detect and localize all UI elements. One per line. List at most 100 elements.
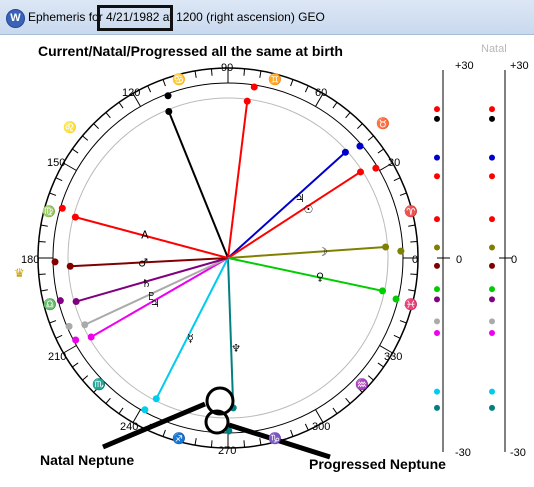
scale-dot-magenta bbox=[489, 330, 495, 336]
planet-line-blue bbox=[227, 151, 347, 259]
deg-180: 180 bbox=[21, 254, 40, 266]
scale-dot-darkred bbox=[489, 262, 495, 269]
scale-dot-purple bbox=[434, 296, 440, 303]
planet-glyph-olive: ☽ bbox=[318, 246, 328, 259]
planet-dot-blue bbox=[341, 148, 349, 156]
deg-90: 90 bbox=[221, 62, 234, 74]
planet-dot-outer-red-2 bbox=[372, 164, 380, 172]
scale-dot-red-square bbox=[489, 106, 495, 113]
planet-glyph-purple: ♄ bbox=[141, 277, 151, 290]
ephemeris-wheel: ♃☉☽♀♆☿♃♇♄♂A bbox=[37, 67, 512, 460]
scale-dot-magenta bbox=[434, 330, 440, 336]
deg-330: 330 bbox=[384, 351, 403, 363]
planet-dot-outer-darkred bbox=[51, 258, 59, 266]
planet-line-Moon-node-black bbox=[167, 111, 229, 259]
planet-dot-cyan bbox=[152, 395, 160, 403]
left-scale-bottom: -30 bbox=[455, 447, 471, 459]
planet-line-teal bbox=[227, 257, 235, 408]
scale-dot-darkred bbox=[434, 262, 440, 269]
sign-sagittarius: ♐ bbox=[172, 433, 186, 445]
planet-dot-outer-cyan bbox=[141, 406, 149, 414]
natal-neptune-label: Natal Neptune bbox=[40, 452, 135, 468]
right-scale-mid: 0 bbox=[511, 254, 518, 266]
deg-270: 270 bbox=[218, 445, 237, 457]
planet-line-red-2 bbox=[227, 171, 362, 259]
deg-120: 120 bbox=[122, 87, 141, 99]
sign-pisces: ♓ bbox=[404, 299, 418, 311]
planet-dot-purple bbox=[72, 298, 80, 306]
planet-line-green bbox=[227, 257, 383, 292]
deg-300: 300 bbox=[312, 421, 331, 433]
scale-dot-olive bbox=[489, 244, 495, 251]
planet-glyph-red-triangle: A bbox=[141, 229, 149, 242]
planet-dot-outer-green bbox=[392, 295, 400, 303]
scale-dot-Moon-node-black bbox=[434, 115, 440, 122]
deg-210: 210 bbox=[48, 351, 67, 363]
right-scale-top: +30 bbox=[510, 60, 529, 72]
planet-glyph-grey: ♇ bbox=[146, 290, 156, 303]
sign-aquarius: ♒ bbox=[355, 379, 369, 391]
planet-dot-darkred bbox=[66, 262, 74, 270]
planet-glyph-cyan: ☿ bbox=[187, 332, 194, 345]
planet-glyph-darkred: ♂ bbox=[138, 257, 148, 270]
sign-scorpio: ♏ bbox=[92, 379, 106, 391]
planet-dot-outer-purple bbox=[56, 297, 64, 305]
right-scale-bottom: -30 bbox=[510, 447, 526, 459]
deg-60: 60 bbox=[315, 87, 328, 99]
left-scale-top: +30 bbox=[455, 60, 474, 72]
planet-line-red-square bbox=[227, 101, 249, 259]
planet-line-olive bbox=[227, 245, 386, 259]
sign-gemini: ♊ bbox=[268, 74, 282, 86]
scale-dot-purple bbox=[489, 296, 495, 303]
planet-dot-outer-olive bbox=[397, 247, 405, 255]
planet-dot-outer-red-square bbox=[250, 83, 258, 91]
crown-icon: ♛ bbox=[14, 266, 25, 280]
planet-dot-outer-red-triangle bbox=[58, 204, 66, 212]
deg-0: 0 bbox=[412, 254, 419, 266]
scale-dot-red-2 bbox=[489, 173, 495, 180]
progressed-neptune-label: Progressed Neptune bbox=[309, 456, 446, 472]
sign-capricorn: ♑ bbox=[268, 433, 282, 445]
planet-dot-Moon-node-black bbox=[165, 108, 173, 116]
scale-dot-blue bbox=[489, 154, 495, 161]
sign-virgo: ♍ bbox=[42, 206, 56, 218]
planet-dot-outer-Moon-node-black bbox=[164, 92, 172, 100]
planet-dot-outer-blue bbox=[356, 142, 364, 150]
scale-dot-teal bbox=[489, 404, 495, 411]
left-scale-mid: 0 bbox=[456, 254, 463, 266]
sign-taurus: ♉ bbox=[376, 118, 390, 130]
scale-dot-green bbox=[489, 286, 495, 293]
scale-dot-red-triangle bbox=[489, 216, 495, 223]
planet-glyph-green: ♀ bbox=[316, 271, 324, 284]
scale-dot-blue bbox=[434, 154, 440, 161]
sign-aries: ♈ bbox=[404, 206, 418, 218]
scale-dot-teal bbox=[434, 404, 440, 411]
deg-150: 150 bbox=[47, 157, 66, 169]
scale-dot-olive bbox=[434, 244, 440, 251]
planet-line-red-triangle bbox=[75, 216, 229, 259]
planet-dot-outer-magenta bbox=[72, 336, 80, 344]
planet-glyph-red-2: ☉ bbox=[303, 203, 313, 216]
planet-dot-outer-grey bbox=[65, 322, 73, 330]
sign-cancer: ♋ bbox=[172, 74, 186, 86]
sign-libra: ♎ bbox=[43, 299, 57, 311]
scale-dot-grey bbox=[489, 318, 495, 325]
deg-30: 30 bbox=[388, 157, 401, 169]
planet-dot-grey bbox=[81, 321, 89, 329]
planet-glyph-teal: ♆ bbox=[231, 342, 241, 355]
planet-dot-green bbox=[379, 287, 387, 295]
scale-dot-red-2 bbox=[434, 173, 440, 180]
scale-dot-cyan bbox=[489, 388, 495, 395]
planet-dot-red-square bbox=[243, 97, 251, 105]
scale-dot-cyan bbox=[434, 388, 440, 395]
scale-dot-grey bbox=[434, 318, 440, 325]
planet-dot-olive bbox=[382, 243, 390, 251]
planet-line-grey bbox=[84, 257, 229, 326]
scale-dot-green bbox=[434, 286, 440, 293]
scale-dot-Moon-node-black bbox=[489, 115, 495, 122]
deg-240: 240 bbox=[120, 421, 139, 433]
planet-dot-red-triangle bbox=[71, 213, 79, 221]
planet-dot-red-2 bbox=[357, 168, 365, 176]
scale-dot-red-triangle bbox=[434, 216, 440, 223]
planet-dot-magenta bbox=[87, 333, 95, 341]
